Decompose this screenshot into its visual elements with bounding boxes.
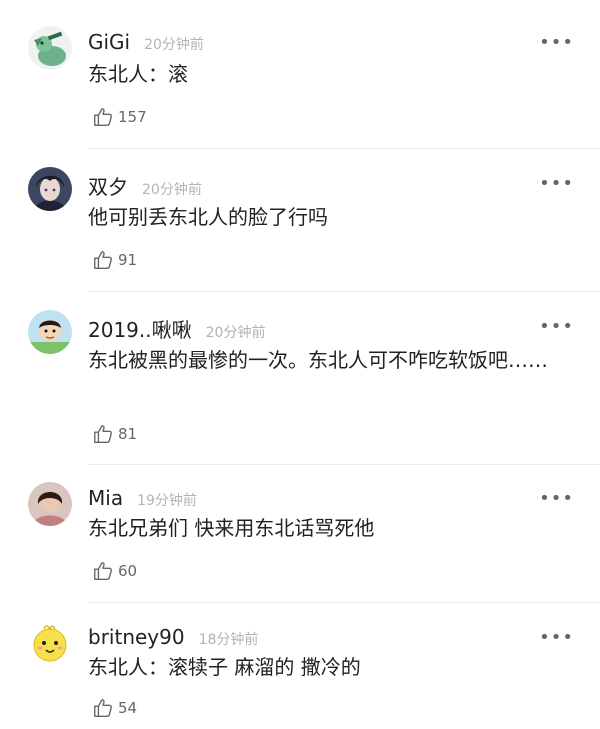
comment-item: GiGi 20分钟前 ••• 东北人：滚 157 xyxy=(0,22,600,150)
comment-text: 东北人：滚犊子 麻溜的 撒冷的 xyxy=(88,655,361,679)
thumbs-up-icon xyxy=(94,108,112,126)
more-options-icon[interactable]: ••• xyxy=(539,490,574,508)
username[interactable]: britney90 xyxy=(88,625,185,649)
like-button[interactable]: 54 xyxy=(92,697,137,719)
comment-text: 东北被黑的最惨的一次。东北人可不咋吃软饭吧…… xyxy=(88,348,548,372)
comment-item: Mia 19分钟前 ••• 东北兄弟们 快来用东北话骂死他 60 xyxy=(0,478,600,603)
like-count: 81 xyxy=(118,425,138,443)
username[interactable]: Mia xyxy=(88,486,123,510)
more-options-icon[interactable]: ••• xyxy=(539,175,574,193)
girl-photo-avatar-icon[interactable] xyxy=(28,482,72,526)
divider xyxy=(88,291,600,292)
comment-header: 双夕 20分钟前 xyxy=(88,171,202,201)
thumbs-up-icon xyxy=(94,251,112,269)
comment-item: britney90 18分钟前 ••• 东北人：滚犊子 麻溜的 撒冷的 54 xyxy=(0,617,600,729)
username[interactable]: GiGi xyxy=(88,30,130,54)
like-count: 157 xyxy=(118,108,147,126)
more-options-icon[interactable]: ••• xyxy=(539,318,574,336)
thumbs-up-icon xyxy=(94,699,112,717)
yellow-chick-avatar-icon[interactable] xyxy=(28,621,72,665)
divider xyxy=(88,464,600,465)
anime-boy-avatar-icon[interactable] xyxy=(28,167,72,211)
username[interactable]: 双夕 xyxy=(88,171,128,200)
like-button[interactable]: 91 xyxy=(92,249,137,271)
timestamp: 20分钟前 xyxy=(205,325,266,341)
comment-text: 他可别丢东北人的脸了行吗 xyxy=(88,205,328,229)
like-count: 60 xyxy=(118,562,138,580)
like-button[interactable]: 157 xyxy=(92,106,147,128)
more-options-icon[interactable]: ••• xyxy=(539,629,574,647)
comment-header: GiGi 20分钟前 xyxy=(88,30,204,60)
timestamp: 19分钟前 xyxy=(137,493,197,509)
more-options-icon[interactable]: ••• xyxy=(539,34,574,52)
dinosaur-avatar-icon[interactable] xyxy=(28,26,72,70)
like-count: 91 xyxy=(118,251,138,269)
timestamp: 18分钟前 xyxy=(198,632,259,648)
comment-text: 东北兄弟们 快来用东北话骂死他 xyxy=(88,516,375,540)
like-button[interactable]: 81 xyxy=(92,423,137,445)
comment-text: 东北人：滚 xyxy=(88,62,188,86)
comment-header: 2019..啾啾 20分钟前 xyxy=(88,314,265,344)
timestamp: 20分钟前 xyxy=(144,37,204,53)
thumbs-up-icon xyxy=(94,562,112,580)
like-count: 54 xyxy=(118,699,138,717)
timestamp: 20分钟前 xyxy=(142,182,202,198)
comment-feed: GiGi 20分钟前 ••• 东北人：滚 157 双夕 20分钟前 ••• 他可… xyxy=(0,0,600,729)
username[interactable]: 2019..啾啾 xyxy=(88,314,192,343)
like-button[interactable]: 60 xyxy=(92,560,137,582)
divider xyxy=(88,602,600,603)
comment-item: 2019..啾啾 20分钟前 ••• 东北被黑的最惨的一次。东北人可不咋吃软饭吧… xyxy=(0,306,600,465)
cartoon-kid-avatar-icon[interactable] xyxy=(28,310,72,354)
divider xyxy=(88,148,600,149)
thumbs-up-icon xyxy=(94,425,112,443)
comment-item: 双夕 20分钟前 ••• 他可别丢东北人的脸了行吗 91 xyxy=(0,163,600,292)
